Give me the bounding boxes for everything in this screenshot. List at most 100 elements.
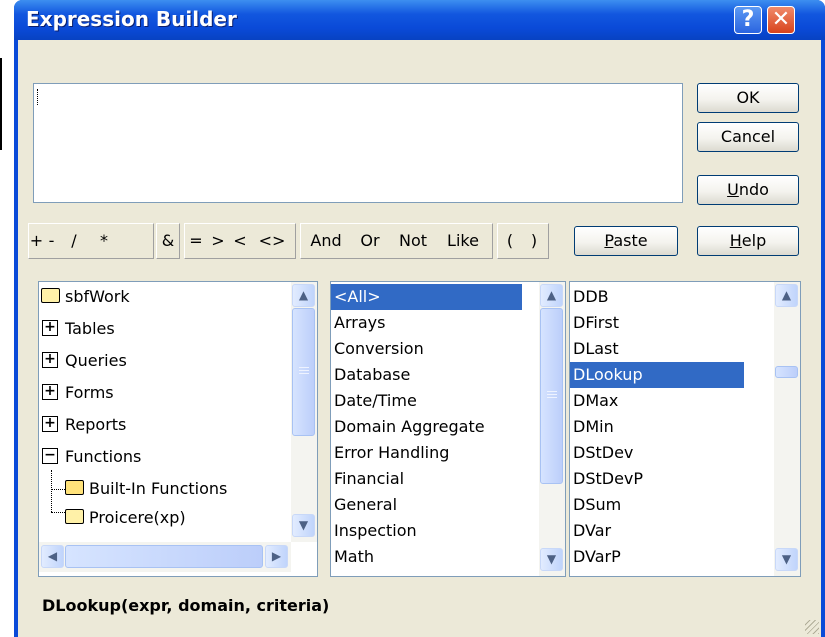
ampersand-operator-button[interactable]: & — [157, 224, 179, 258]
plus-icon[interactable]: + — [42, 320, 58, 336]
plus-icon[interactable]: + — [42, 416, 58, 432]
minus-operator-button[interactable]: - — [44, 224, 59, 258]
expression-builder-window: Expression Builder ? ✕ OK Cancel Undo + -… — [14, 0, 825, 637]
tree-horizontal-scrollbar[interactable]: ◀ ▶ — [39, 542, 291, 572]
scroll-up-button[interactable]: ▲ — [775, 284, 798, 307]
tree-item-functions[interactable]: − Functions — [39, 444, 141, 470]
scroll-thumb[interactable] — [775, 366, 798, 378]
plus-icon[interactable]: + — [42, 384, 58, 400]
category-item[interactable]: Inspection — [334, 518, 417, 544]
scroll-left-button[interactable]: ◀ — [41, 545, 64, 568]
undo-button[interactable]: Undo — [697, 175, 799, 205]
category-scrollbar[interactable]: ▲ ▼ — [539, 282, 565, 576]
close-button[interactable]: ✕ — [767, 6, 795, 34]
help-titlebar-button[interactable]: ? — [734, 6, 762, 34]
category-item[interactable]: Arrays — [334, 310, 385, 336]
paste-label: Paste — [604, 231, 648, 250]
tree-item-proicere[interactable]: Proicere(xp) — [63, 505, 186, 531]
close-paren-button[interactable]: ) — [522, 224, 546, 258]
undo-label: Undo — [727, 180, 769, 199]
cancel-button[interactable]: Cancel — [697, 122, 799, 152]
tree-item-built-in-functions[interactable]: Built-In Functions — [63, 476, 227, 502]
tree-item-label: Tables — [65, 319, 115, 338]
not-equal-operator-button[interactable]: <> — [251, 224, 293, 258]
category-item[interactable]: <All> — [331, 284, 522, 310]
horizontal-scroll-thumb[interactable] — [65, 545, 263, 568]
close-icon: ✕ — [771, 7, 791, 32]
and-operator-button[interactable]: And — [301, 224, 351, 258]
open-folder-icon — [65, 480, 84, 495]
plus-operator-button[interactable]: + — [29, 224, 44, 258]
divide-operator-button[interactable]: / — [59, 224, 89, 258]
function-item[interactable]: DStDev — [573, 440, 633, 466]
question-icon: ? — [741, 7, 755, 32]
tree-item-reports[interactable]: + Reports — [39, 412, 126, 438]
resize-grip-icon[interactable] — [805, 620, 819, 634]
scroll-down-button[interactable]: ▼ — [292, 514, 315, 537]
scroll-thumb[interactable] — [292, 308, 315, 436]
tree-item-label: Queries — [65, 351, 127, 370]
function-item[interactable]: DDB — [573, 284, 609, 310]
scroll-up-button[interactable]: ▲ — [292, 284, 315, 307]
minus-icon[interactable]: − — [42, 448, 58, 464]
tree-item-label: Reports — [65, 415, 127, 434]
function-item[interactable]: DLast — [573, 336, 619, 362]
ok-button[interactable]: OK — [697, 83, 799, 113]
equals-operator-button[interactable]: = — [185, 224, 207, 258]
less-operator-button[interactable]: < — [229, 224, 251, 258]
scroll-right-button[interactable]: ▶ — [265, 545, 288, 568]
multiply-operator-button[interactable]: * — [89, 224, 119, 258]
category-item[interactable]: Conversion — [334, 336, 424, 362]
tree-vertical-scrollbar[interactable]: ▲ ▼ — [291, 282, 317, 542]
background-line — [0, 58, 2, 150]
help-button[interactable]: Help — [697, 226, 799, 256]
category-item[interactable]: General — [334, 492, 397, 518]
logical-operators: And Or Not Like — [300, 223, 493, 259]
window-title: Expression Builder — [26, 7, 237, 31]
category-list[interactable]: <All> Arrays Conversion Database Date/Ti… — [330, 281, 566, 577]
function-item[interactable]: DMax — [573, 388, 618, 414]
tree-item-label: Forms — [65, 383, 114, 402]
greater-operator-button[interactable]: > — [207, 224, 229, 258]
folder-icon — [41, 288, 60, 303]
plus-icon[interactable]: + — [42, 352, 58, 368]
open-paren-button[interactable]: ( — [498, 224, 522, 258]
function-item[interactable]: DStDevP — [573, 466, 643, 492]
comparison-operators: = > < <> — [184, 223, 296, 259]
tree-item-label: sbfWork — [65, 287, 130, 306]
scroll-down-button[interactable]: ▼ — [775, 548, 798, 571]
function-item[interactable]: DFirst — [573, 310, 619, 336]
function-item-selected[interactable]: DLookup — [570, 362, 744, 388]
folder-icon — [65, 509, 84, 524]
function-signature: DLookup(expr, domain, criteria) — [42, 596, 330, 615]
tree-item-tables[interactable]: + Tables — [39, 316, 115, 342]
tree-item-forms[interactable]: + Forms — [39, 380, 114, 406]
scroll-up-button[interactable]: ▲ — [540, 284, 563, 307]
function-item[interactable]: DVarP — [573, 544, 621, 570]
category-item[interactable]: Database — [334, 362, 410, 388]
category-item[interactable]: Error Handling — [334, 440, 449, 466]
tree-connector-line — [51, 470, 52, 512]
tree-item-sbfwork[interactable]: sbfWork — [39, 284, 130, 310]
paste-button[interactable]: Paste — [574, 226, 678, 256]
function-item[interactable]: DSum — [573, 492, 621, 518]
function-scrollbar[interactable]: ▲ ▼ — [774, 282, 800, 576]
function-item[interactable]: DMin — [573, 414, 614, 440]
tree-item-label: Proicere(xp) — [89, 508, 186, 527]
function-list[interactable]: DDB DFirst DLast DLookup DMax DMin DStDe… — [569, 281, 801, 577]
category-item[interactable]: Financial — [334, 466, 404, 492]
category-item[interactable]: Math — [334, 544, 374, 570]
scroll-thumb[interactable] — [540, 308, 563, 484]
not-operator-button[interactable]: Not — [389, 224, 437, 258]
like-operator-button[interactable]: Like — [437, 224, 489, 258]
expression-box[interactable] — [33, 83, 683, 203]
help-label: Help — [729, 231, 767, 250]
tree-item-queries[interactable]: + Queries — [39, 348, 127, 374]
category-item[interactable]: Domain Aggregate — [334, 414, 485, 440]
title-bar: Expression Builder ? ✕ — [14, 0, 825, 40]
category-item[interactable]: Date/Time — [334, 388, 417, 414]
object-tree[interactable]: sbfWork + Tables + Queries + Forms + Reports… — [38, 281, 318, 577]
scroll-down-button[interactable]: ▼ — [540, 548, 563, 571]
function-item[interactable]: DVar — [573, 518, 611, 544]
or-operator-button[interactable]: Or — [351, 224, 389, 258]
